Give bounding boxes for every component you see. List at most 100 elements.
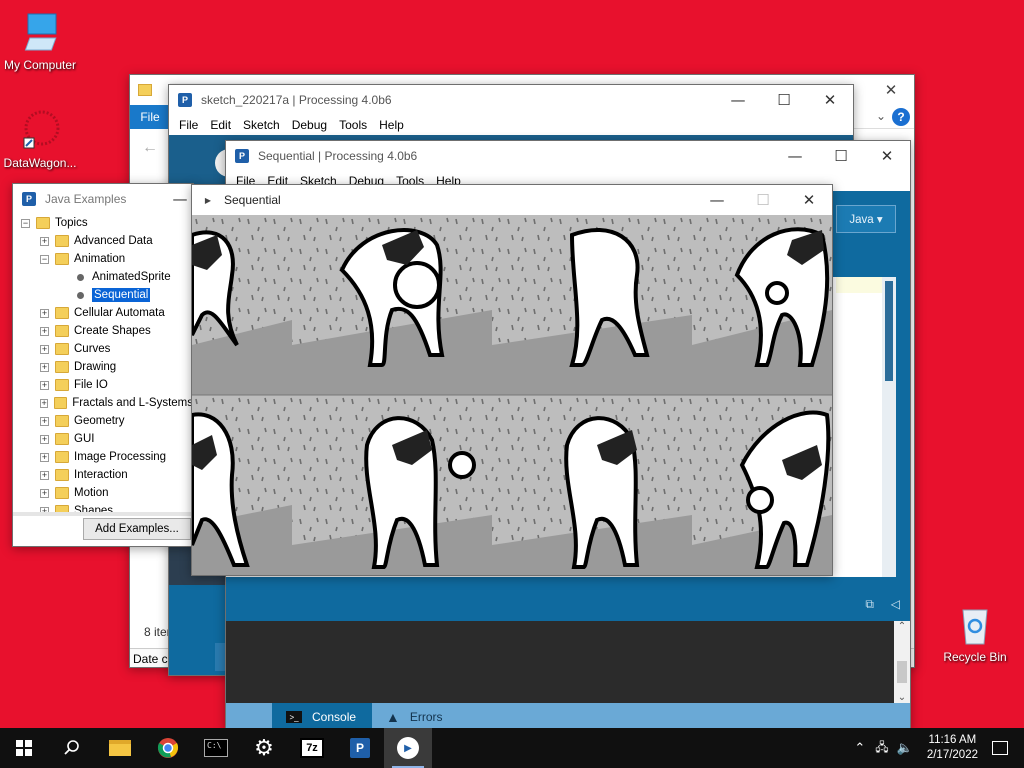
add-examples-button[interactable]: Add Examples... — [83, 518, 191, 540]
expand-icon[interactable]: + — [40, 326, 49, 336]
chevron-down-icon[interactable]: ⌄ — [876, 109, 886, 123]
back-arrow-icon[interactable]: ← — [142, 139, 158, 157]
menu-edit[interactable]: Edit — [204, 118, 237, 132]
console-area[interactable]: ⌃ ⌄ — [226, 621, 910, 703]
menu-sketch[interactable]: Sketch — [237, 118, 286, 132]
minimize-icon[interactable]: — — [715, 85, 761, 115]
collapse-arrow-icon[interactable]: ◁ — [891, 597, 900, 611]
tree-label: Drawing — [74, 361, 117, 373]
examples-tree: − Topics + Advanced Data − Animation Ani… — [21, 214, 193, 516]
menu-tools[interactable]: Tools — [333, 118, 373, 132]
close-icon[interactable]: ✕ — [807, 85, 853, 115]
taskbar-settings[interactable]: ⚙ — [240, 728, 288, 768]
minimize-icon[interactable]: — — [694, 185, 740, 215]
folder-icon — [36, 217, 50, 229]
tree-item[interactable]: + Cellular Automata — [21, 304, 193, 322]
tree-label: Topics — [55, 217, 88, 229]
folder-icon — [55, 325, 69, 337]
tree-item[interactable]: + Motion — [21, 484, 193, 502]
tree-leaf[interactable]: AnimatedSprite — [21, 268, 193, 286]
copy-icon[interactable]: ⧉ — [865, 597, 874, 612]
tree-item[interactable]: − Animation — [21, 250, 193, 268]
chevron-down-icon[interactable]: ⌄ — [894, 692, 910, 703]
tree-item[interactable]: + Create Shapes — [21, 322, 193, 340]
expand-icon[interactable]: + — [40, 236, 49, 246]
tab-errors[interactable]: ▲ Errors — [386, 703, 486, 729]
clock[interactable]: 11:16 AM 2/17/2022 — [927, 733, 978, 763]
sketch-icon — [77, 273, 84, 281]
close-icon[interactable]: ✕ — [864, 141, 910, 171]
taskbar-command-prompt[interactable]: C:\ — [192, 728, 240, 768]
volume-icon[interactable]: 🔈 — [897, 741, 913, 756]
expand-icon[interactable]: + — [40, 308, 49, 318]
gear-icon: ⚙ — [254, 735, 274, 761]
folder-icon — [55, 469, 69, 481]
collapse-icon[interactable]: − — [21, 218, 30, 228]
clock-time: 11:16 AM — [928, 734, 977, 746]
computer-icon — [18, 10, 62, 54]
tree-leaf-selected[interactable]: Sequential — [21, 286, 193, 304]
taskbar-processing[interactable]: P — [336, 728, 384, 768]
expand-icon[interactable]: + — [40, 452, 49, 462]
desktop-icon-my-computer[interactable]: My Computer — [0, 10, 82, 72]
chevron-up-icon[interactable]: ⌃ — [854, 740, 865, 756]
close-icon[interactable]: ✕ — [786, 185, 832, 215]
maximize-icon[interactable]: ☐ — [740, 185, 786, 215]
tree-item[interactable]: + Curves — [21, 340, 193, 358]
java-examples-window[interactable]: P Java Examples — − Topics + Advanced Da… — [12, 183, 194, 547]
taskbar-7zip[interactable]: 7z — [288, 728, 336, 768]
sketch-canvas[interactable] — [192, 215, 832, 575]
tree-item[interactable]: + Image Processing — [21, 448, 193, 466]
tree-label: Sequential — [92, 288, 151, 302]
tree-root[interactable]: − Topics — [21, 214, 193, 232]
tree-item[interactable]: + Advanced Data — [21, 232, 193, 250]
expand-icon[interactable]: + — [40, 380, 49, 390]
network-icon[interactable]: 🖧 — [875, 738, 888, 759]
mode-selector[interactable]: Java ▾ — [836, 205, 896, 233]
minimize-icon[interactable]: — — [772, 141, 818, 171]
expand-icon[interactable]: + — [40, 416, 49, 426]
tree-item[interactable]: + Geometry — [21, 412, 193, 430]
help-icon[interactable]: ? — [892, 108, 910, 126]
tree-item[interactable]: + Drawing — [21, 358, 193, 376]
windows-icon — [16, 740, 32, 756]
chevron-up-icon[interactable]: ⌃ — [894, 621, 910, 632]
tree-scrollbar[interactable] — [13, 512, 193, 516]
maximize-icon[interactable]: ☐ — [761, 85, 807, 115]
menu-help[interactable]: Help — [373, 118, 410, 132]
close-icon[interactable]: ✕ — [868, 75, 914, 105]
tree-label: Advanced Data — [74, 235, 153, 247]
desktop-icon-recycle-bin[interactable]: Recycle Bin — [933, 602, 1017, 664]
expand-icon[interactable]: + — [40, 362, 49, 372]
file-tab[interactable]: File — [130, 105, 170, 129]
notification-icon[interactable] — [992, 741, 1008, 755]
expand-icon[interactable]: + — [40, 488, 49, 498]
menu-debug[interactable]: Debug — [286, 118, 333, 132]
tree-item[interactable]: + GUI — [21, 430, 193, 448]
expand-icon[interactable]: + — [40, 398, 49, 408]
tab-console[interactable]: >_ Console — [272, 703, 372, 729]
taskbar-chrome[interactable] — [144, 728, 192, 768]
editor-scrollbar[interactable] — [882, 277, 896, 577]
menu-file[interactable]: File — [173, 118, 204, 132]
tree-label: GUI — [74, 433, 95, 445]
desktop-icon-label: DataWagon... — [3, 156, 77, 170]
sketch-output-window[interactable]: ▶ Sequential — ☐ ✕ — [191, 184, 833, 576]
expand-icon[interactable]: + — [40, 470, 49, 480]
maximize-icon[interactable]: ☐ — [818, 141, 864, 171]
collapse-icon[interactable]: − — [40, 254, 49, 264]
search-button[interactable] — [48, 728, 96, 768]
minimize-icon[interactable]: — — [157, 184, 193, 214]
console-scrollbar[interactable]: ⌃ ⌄ — [894, 621, 910, 703]
taskbar-sketch-running[interactable]: ▶ — [384, 728, 432, 768]
expand-icon[interactable]: + — [40, 344, 49, 354]
taskbar-file-explorer[interactable] — [96, 728, 144, 768]
desktop-icon-datawagon[interactable]: DataWagon... — [0, 108, 82, 170]
start-button[interactable] — [0, 728, 48, 768]
tree-item[interactable]: + File IO — [21, 376, 193, 394]
tree-item[interactable]: + Interaction — [21, 466, 193, 484]
tree-item[interactable]: + Fractals and L-Systems — [21, 394, 193, 412]
expand-icon[interactable]: + — [40, 434, 49, 444]
play-icon: ▶ — [204, 195, 212, 205]
processing-logo-icon: P — [234, 148, 250, 164]
